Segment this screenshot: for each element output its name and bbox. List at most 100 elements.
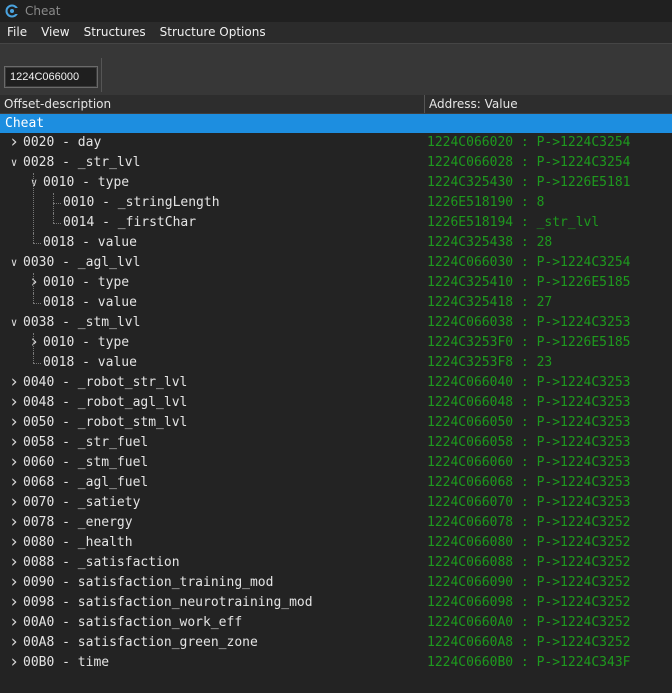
chevron-right-icon[interactable]: ›	[8, 453, 20, 473]
address-value: 1224C325430 : P->1226E5181	[427, 175, 631, 190]
address-value: 1224C066048 : P->1224C3253	[427, 395, 631, 410]
address-value: 1224C0660B0 : P->1224C343F	[427, 655, 631, 670]
offset-description: 0018 - value	[43, 355, 137, 370]
address-value: 1224C066028 : P->1224C3254	[427, 155, 631, 170]
offset-description: 0048 - _robot_agl_lvl	[23, 395, 188, 410]
chevron-right-icon[interactable]: ›	[8, 533, 20, 553]
address-value: 1224C066080 : P->1224C3252	[427, 535, 631, 550]
tree-row[interactable]: 0018 - value 1224C3253F8 : 23	[0, 353, 672, 373]
offset-description: 0070 - _satiety	[23, 495, 141, 510]
chevron-right-icon[interactable]: ›	[8, 613, 20, 633]
offset-description: 0068 - _agl_fuel	[23, 475, 149, 490]
chevron-right-icon[interactable]: ›	[8, 373, 20, 393]
tree-row[interactable]: › 0060 - _stm_fuel 1224C066060 : P->1224C3…	[0, 453, 672, 473]
tree-row[interactable]: › 0090 - satisfaction_training_mod 1224C06…	[0, 573, 672, 593]
offset-description: 0030 - _agl_lvl	[23, 255, 141, 270]
offset-description: 0040 - _robot_str_lvl	[23, 375, 188, 390]
chevron-right-icon[interactable]: ›	[8, 493, 20, 513]
offset-description: 0018 - value	[43, 235, 137, 250]
tree-row[interactable]: 0018 - value 1224C325418 : 27	[0, 293, 672, 313]
address-toolbar	[0, 43, 672, 97]
address-value: 1224C066058 : P->1224C3253	[427, 435, 631, 450]
structure-tree: Cheat › 0020 - day 1224C066020 : P->1224C3…	[0, 114, 672, 693]
menu-structure-options[interactable]: Structure Options	[153, 22, 273, 43]
offset-description: 0038 - _stm_lvl	[23, 315, 141, 330]
tree-row[interactable]: ∨ 0030 - _agl_lvl 1224C066030 : P->1224C32…	[0, 253, 672, 273]
tree-guide-line	[33, 273, 34, 303]
chevron-right-icon[interactable]: ›	[8, 433, 20, 453]
chevron-right-icon[interactable]: ›	[8, 593, 20, 613]
column-address-value[interactable]: Address: Value	[429, 95, 518, 113]
chevron-right-icon[interactable]: ›	[8, 133, 20, 153]
tree-row[interactable]: › 00A0 - satisfaction_work_eff 1224C0660A0…	[0, 613, 672, 633]
offset-description: 00B0 - time	[23, 655, 110, 670]
address-value: 1224C066040 : P->1224C3253	[427, 375, 631, 390]
address-value: 1224C066070 : P->1224C3253	[427, 495, 631, 510]
tree-row[interactable]: › 00B0 - time 1224C0660B0 : P->1224C343F	[0, 653, 672, 673]
tree-row[interactable]: › 0040 - _robot_str_lvl 1224C066040 : P->1…	[0, 373, 672, 393]
address-input[interactable]	[5, 67, 97, 87]
tree-row[interactable]: › 0010 - type 1224C3253F0 : P->1226E5185	[0, 333, 672, 353]
tree-row[interactable]: ∨ 0038 - _stm_lvl 1224C066038 : P->1224C32…	[0, 313, 672, 333]
address-value: 1224C3253F0 : P->1226E5185	[427, 335, 631, 350]
tree-row[interactable]: ∨ 0028 - _str_lvl 1224C066028 : P->1224C32…	[0, 153, 672, 173]
offset-description: 0088 - _satisfaction	[23, 555, 180, 570]
tree-row[interactable]: › 0070 - _satiety 1224C066070 : P->1224C32…	[0, 493, 672, 513]
chevron-right-icon[interactable]: ›	[8, 393, 20, 413]
chevron-right-icon[interactable]: ›	[8, 573, 20, 593]
tree-row[interactable]: 0010 - _stringLength 1226E518190 : 8	[0, 193, 672, 213]
chevron-right-icon[interactable]: ›	[8, 513, 20, 533]
chevron-right-icon[interactable]: ›	[8, 653, 20, 673]
tree-row[interactable]: › 0080 - _health 1224C066080 : P->1224C325…	[0, 533, 672, 553]
chevron-right-icon[interactable]: ›	[8, 473, 20, 493]
chevron-right-icon[interactable]: ›	[8, 553, 20, 573]
tree-row[interactable]: › 0078 - _energy 1224C066078 : P->1224C325…	[0, 513, 672, 533]
address-value: 1224C066088 : P->1224C3252	[427, 555, 631, 570]
chevron-right-icon[interactable]: ›	[28, 273, 40, 293]
menu-file[interactable]: File	[0, 22, 34, 43]
tree-row[interactable]: ∨ 0010 - type 1224C325430 : P->1226E5181	[0, 173, 672, 193]
offset-description: 00A8 - satisfaction_green_zone	[23, 635, 258, 650]
address-value: 1224C0660A0 : P->1224C3252	[427, 615, 631, 630]
address-value: 1224C066078 : P->1224C3252	[427, 515, 631, 530]
offset-description: 0078 - _energy	[23, 515, 133, 530]
tree-row[interactable]: › 0048 - _robot_agl_lvl 1224C066048 : P->1…	[0, 393, 672, 413]
offset-description: 0010 - type	[43, 275, 130, 290]
tree-row[interactable]: › 00A8 - satisfaction_green_zone 1224C0660…	[0, 633, 672, 653]
tree-row[interactable]: › 0088 - _satisfaction 1224C066088 : P->12…	[0, 553, 672, 573]
chevron-down-icon[interactable]: ∨	[8, 313, 20, 333]
tree-row[interactable]: › 0058 - _str_fuel 1224C066058 : P->1224C3…	[0, 433, 672, 453]
tree-row[interactable]: 0014 - _firstChar 1226E518194 : _str_lvl	[0, 213, 672, 233]
address-value: 1224C325438 : 28	[427, 235, 553, 250]
address-value: 1226E518190 : 8	[427, 195, 545, 210]
chevron-down-icon[interactable]: ∨	[28, 173, 40, 193]
tree-row[interactable]: › 0050 - _robot_stm_lvl 1224C066050 : P->1…	[0, 413, 672, 433]
address-value: 1224C066060 : P->1224C3253	[427, 455, 631, 470]
chevron-right-icon[interactable]: ›	[8, 413, 20, 433]
offset-description: 00A0 - satisfaction_work_eff	[23, 615, 243, 630]
chevron-down-icon[interactable]: ∨	[8, 153, 20, 173]
offset-description: 0058 - _str_fuel	[23, 435, 149, 450]
chevron-right-icon[interactable]: ›	[8, 633, 20, 653]
address-value: 1224C066090 : P->1224C3252	[427, 575, 631, 590]
tree-root-row[interactable]: Cheat	[0, 114, 672, 133]
address-value: 1224C325410 : P->1226E5185	[427, 275, 631, 290]
tree-row[interactable]: › 0098 - satisfaction_neurotraining_mod 12…	[0, 593, 672, 613]
address-value: 1224C066068 : P->1224C3253	[427, 475, 631, 490]
menu-view[interactable]: View	[34, 22, 76, 43]
offset-description: 0098 - satisfaction_neurotraining_mod	[23, 595, 313, 610]
column-offset-description[interactable]: Offset-description	[4, 95, 111, 113]
offset-description: 0028 - _str_lvl	[23, 155, 141, 170]
offset-description: 0010 - type	[43, 335, 130, 350]
tree-row[interactable]: › 0068 - _agl_fuel 1224C066068 : P->1224C3…	[0, 473, 672, 493]
menu-structures[interactable]: Structures	[77, 22, 153, 43]
tree-row[interactable]: › 0020 - day 1224C066020 : P->1224C3254	[0, 133, 672, 153]
tree-row[interactable]: › 0010 - type 1224C325410 : P->1226E5185	[0, 273, 672, 293]
offset-description: 0010 - _stringLength	[63, 195, 220, 210]
chevron-right-icon[interactable]: ›	[28, 333, 40, 353]
chevron-down-icon[interactable]: ∨	[8, 253, 20, 273]
offset-description: 0050 - _robot_stm_lvl	[23, 415, 188, 430]
offset-description: 0080 - _health	[23, 535, 133, 550]
column-resize-handle[interactable]	[424, 95, 425, 113]
tree-row[interactable]: 0018 - value 1224C325438 : 28	[0, 233, 672, 253]
